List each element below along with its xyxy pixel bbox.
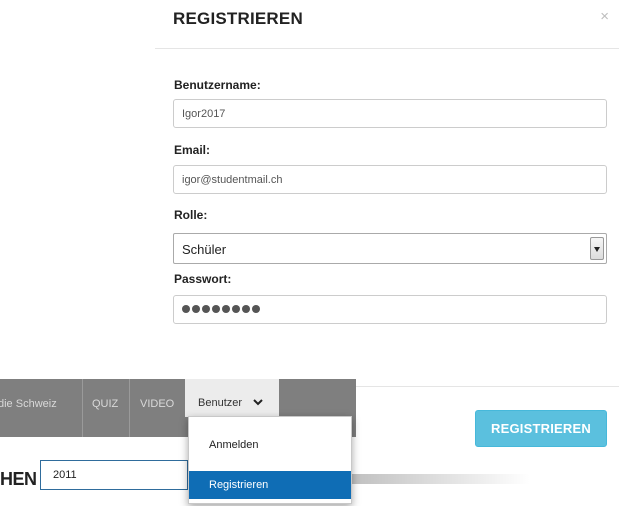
modal-title: REGISTRIEREN [173, 9, 303, 28]
register-modal: REGISTRIEREN × Benutzername: Email: Roll… [155, 0, 619, 385]
password-mask [182, 305, 260, 313]
chevron-down-icon [253, 399, 263, 406]
role-select-value: Schüler [182, 242, 227, 257]
username-label: Benutzername: [174, 78, 261, 92]
nav-item-video[interactable]: VIDEO [140, 398, 174, 410]
password-label: Passwort: [174, 272, 232, 286]
password-dot [192, 305, 200, 313]
username-input[interactable] [173, 99, 607, 128]
benutzer-label: Benutzer [198, 397, 243, 409]
password-dot [232, 305, 240, 313]
nav-divider [82, 379, 83, 437]
password-dot [212, 305, 220, 313]
nav-item-quiz[interactable]: QUIZ [92, 398, 118, 410]
password-input[interactable] [173, 295, 607, 324]
benutzer-dropdown: Anmelden Registrieren [188, 416, 352, 504]
email-input[interactable] [173, 165, 607, 194]
chevron-down-icon[interactable] [590, 237, 604, 260]
register-button[interactable]: REGISTRIEREN [475, 410, 607, 447]
menu-item-anmelden[interactable]: Anmelden [189, 431, 351, 459]
role-label: Rolle: [174, 208, 208, 222]
password-dot [182, 305, 190, 313]
password-dot [222, 305, 230, 313]
close-icon[interactable]: × [600, 8, 609, 25]
nav-divider [129, 379, 130, 437]
shadow-edge [350, 474, 530, 484]
nav-item-schweiz[interactable]: die Schweiz [0, 398, 57, 410]
role-select[interactable]: Schüler [173, 233, 607, 264]
page-heading-partial: HEN [0, 469, 37, 489]
password-dot [252, 305, 260, 313]
password-dot [202, 305, 210, 313]
year-input[interactable]: 2011 [40, 460, 188, 490]
modal-header: REGISTRIEREN × [155, 0, 619, 49]
menu-item-registrieren[interactable]: Registrieren [189, 471, 351, 499]
nav-item-benutzer[interactable]: Benutzer [185, 379, 279, 417]
email-label: Email: [174, 143, 211, 157]
password-dot [242, 305, 250, 313]
